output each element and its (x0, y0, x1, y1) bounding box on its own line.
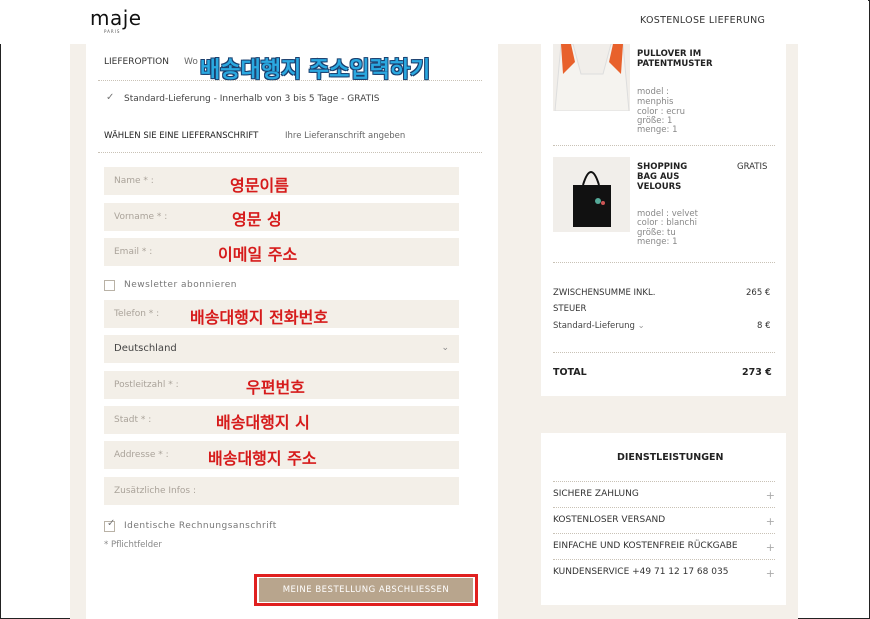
email-placeholder: Email * : (114, 247, 153, 257)
divider (553, 533, 775, 534)
annotation-stadt: 배송대행지 시 (216, 413, 310, 432)
zusatz-field[interactable]: Zusätzliche Infos : (104, 477, 459, 505)
stadt-placeholder: Stadt * : (114, 415, 152, 425)
submit-order-button[interactable]: MEINE BESTELLUNG ABSCHLIESSEN (259, 578, 473, 602)
service-secure-payment[interactable]: SICHERE ZAHLUNG + (553, 489, 775, 502)
pullover-image[interactable] (553, 43, 630, 112)
plus-icon: + (765, 567, 775, 580)
services-title: DIENSTLEISTUNGEN (617, 452, 724, 463)
shipping-method[interactable]: Standard-Lieferung ⌄ (553, 321, 645, 331)
service-label: SICHERE ZAHLUNG (553, 489, 639, 499)
divider (553, 507, 775, 508)
maje-logo[interactable]: maje (90, 6, 142, 30)
plus-icon: + (765, 489, 775, 502)
divider (553, 262, 775, 263)
chevron-down-icon: ⌄ (441, 343, 449, 353)
address-hint: Ihre Lieferanschrift angeben (285, 131, 406, 141)
free-shipping-note: KOSTENLOSE LIEFERUNG (640, 15, 766, 26)
item1-title-2[interactable]: PATENTMUSTER (637, 59, 713, 69)
newsletter-label[interactable]: Newsletter abonnieren (124, 280, 237, 290)
newsletter-checkbox[interactable] (104, 280, 115, 291)
divider (553, 352, 775, 353)
check-icon: ✓ (107, 518, 116, 529)
service-free-shipping[interactable]: KOSTENLOSER VERSAND + (553, 515, 775, 528)
annotation-name: 영문이름 (230, 176, 289, 195)
tote-bag-icon (573, 171, 611, 227)
plz-placeholder: Postleitzahl * : (114, 380, 179, 390)
annotation-email: 이메일 주소 (218, 245, 298, 264)
service-easy-returns[interactable]: EINFACHE UND KOSTENFREIE RÜCKGABE + (553, 541, 775, 554)
subtotal-label-2: STEUER (553, 304, 587, 314)
divider (98, 80, 482, 81)
shipping-value: 8 € (757, 321, 771, 331)
divider (553, 559, 775, 560)
total-value: 273 € (742, 367, 772, 378)
vorname-placeholder: Vorname * : (114, 212, 168, 222)
standard-delivery-option[interactable]: Standard-Lieferung - Innerhalb von 3 bis… (124, 94, 379, 104)
plus-icon: + (765, 541, 775, 554)
zusatz-placeholder: Zusätzliche Infos : (114, 486, 196, 496)
item2-title-2[interactable]: BAG AUS (637, 172, 679, 182)
site-header: maje PARIS KOSTENLOSE LIEFERUNG (0, 0, 868, 44)
logo-subtitle: PARIS (104, 29, 121, 34)
total-label: TOTAL (553, 367, 587, 378)
chevron-down-icon: ⌄ (637, 321, 645, 331)
delivery-option-label: LIEFEROPTION (104, 57, 169, 67)
divider (98, 152, 482, 153)
delivery-option-partial: Wo (184, 57, 198, 67)
adresse-placeholder: Addresse * : (114, 450, 169, 460)
plus-icon: + (765, 515, 775, 528)
annotation-vorname: 영문 성 (232, 210, 282, 229)
item2-qty: menge: 1 (637, 237, 678, 247)
country-value: Deutschland (114, 343, 177, 354)
item2-title-3[interactable]: VELOURS (637, 182, 681, 192)
name-placeholder: Name * : (114, 176, 154, 186)
annotation-telefon: 배송대행지 전화번호 (190, 308, 329, 327)
item1-title-1[interactable]: PULLOVER IM (637, 49, 701, 59)
item1-model: model : (637, 87, 670, 97)
service-label: KUNDENSERVICE +49 71 12 17 68 035 (553, 567, 729, 577)
service-label: KOSTENLOSER VERSAND (553, 515, 666, 525)
service-customer-service[interactable]: KUNDENSERVICE +49 71 12 17 68 035 + (553, 567, 775, 580)
service-label: EINFACHE UND KOSTENFREIE RÜCKGABE (553, 541, 738, 551)
required-note: * Pflichtfelder (104, 540, 162, 550)
subtotal-label-1: ZWISCHENSUMME INKL. (553, 288, 656, 298)
divider (553, 145, 775, 146)
annotation-adresse: 배송대행지 주소 (208, 449, 317, 468)
country-select[interactable]: Deutschland ⌄ (104, 335, 459, 363)
divider (553, 481, 775, 482)
shipping-method-label: Standard-Lieferung (553, 321, 635, 331)
item2-title-1[interactable]: SHOPPING (637, 162, 687, 172)
item1-model-value: menphis (637, 97, 674, 107)
billing-same-label[interactable]: Identische Rechnungsanschrift (124, 521, 277, 531)
item1-qty: menge: 1 (637, 125, 678, 135)
address-heading: WÄHLEN SIE EINE LIEFERANSCHRIFT (104, 131, 259, 141)
pullover-icon (554, 43, 630, 112)
annotation-plz: 우편번호 (246, 378, 305, 397)
subtotal-value: 265 € (746, 288, 771, 298)
item2-price: GRATIS (737, 162, 768, 172)
telefon-placeholder: Telefon * : (114, 309, 160, 319)
item2-color: color : blanchi (637, 218, 697, 228)
shopping-bag-image[interactable] (553, 157, 630, 232)
check-icon[interactable]: ✓ (106, 93, 114, 103)
